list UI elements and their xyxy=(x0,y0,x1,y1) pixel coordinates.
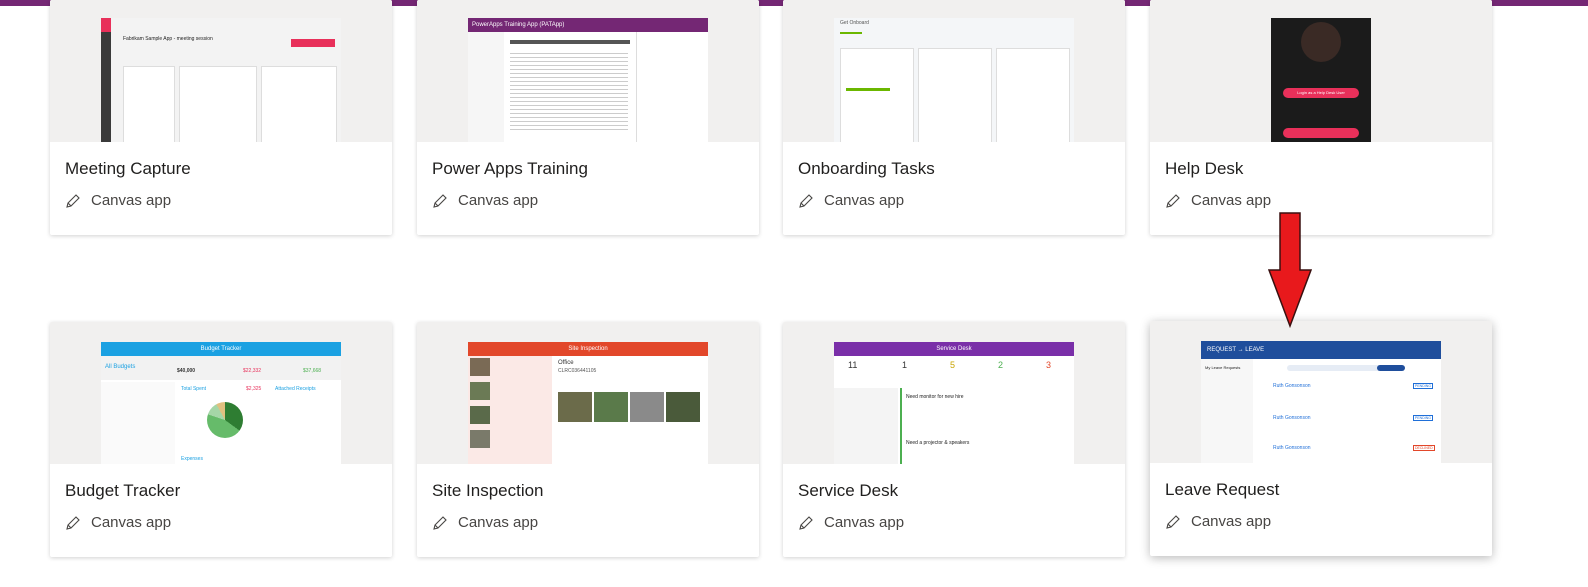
thumb-label: Service Desk xyxy=(834,342,1074,356)
thumb-office: Office xyxy=(558,360,574,366)
thumb-all-budgets: All Budgets xyxy=(105,364,136,370)
app-type: Canvas app xyxy=(1165,192,1271,209)
app-type-label: Canvas app xyxy=(824,514,905,531)
app-thumbnail: Budget Tracker All Budgets $40,000 $22,3… xyxy=(50,322,392,464)
app-type: Canvas app xyxy=(432,514,538,531)
app-thumbnail: Fabrikam Sample App - meeting session xyxy=(50,0,392,142)
app-type: Canvas app xyxy=(798,192,904,209)
thumb-count-progress: 5 xyxy=(950,360,956,370)
pencil-icon xyxy=(66,193,80,208)
thumb-label: Fabrikam Sample App - meeting session xyxy=(123,36,213,42)
app-thumbnail: Site Inspection Office CLRC036441105 xyxy=(417,322,759,464)
app-thumbnail: REQUEST → LEAVE My Leave Requests Ruth G… xyxy=(1150,321,1492,463)
thumb-count-overdue: 3 xyxy=(1046,360,1052,370)
thumb-total-value: $2,325 xyxy=(246,386,262,392)
thumb-label: REQUEST → LEAVE xyxy=(1201,341,1441,359)
app-thumbnail: Get Onboard xyxy=(783,0,1125,142)
pencil-icon xyxy=(799,515,813,530)
app-card-meeting-capture[interactable]: Fabrikam Sample App - meeting session Me… xyxy=(50,0,392,235)
app-title: Onboarding Tasks xyxy=(798,159,935,178)
app-type: Canvas app xyxy=(65,514,171,531)
app-type: Canvas app xyxy=(432,192,538,209)
app-type-label: Canvas app xyxy=(458,514,539,531)
app-card-leave-request[interactable]: REQUEST → LEAVE My Leave Requests Ruth G… xyxy=(1150,321,1492,556)
app-card-service-desk[interactable]: Service Desk 11 1 5 2 3 Need monitor for… xyxy=(783,322,1125,557)
app-title: Site Inspection xyxy=(432,481,544,500)
app-type-label: Canvas app xyxy=(91,514,172,531)
app-title: Service Desk xyxy=(798,481,899,500)
thumb-spent-value: $22,332 xyxy=(243,368,262,374)
app-type: Canvas app xyxy=(798,514,904,531)
pencil-icon xyxy=(799,193,813,208)
app-card-power-apps-training[interactable]: PowerApps Training App (PATApp) Power Ap… xyxy=(417,0,759,235)
pencil-icon xyxy=(1166,514,1180,529)
thumb-count-all: 11 xyxy=(848,360,858,370)
thumb-ticket-2: Need a projector & speakers xyxy=(906,440,970,446)
pencil-icon xyxy=(433,193,447,208)
thumb-name-3: Ruth Gonsonson xyxy=(1273,445,1311,451)
app-thumbnail: Service Desk 11 1 5 2 3 Need monitor for… xyxy=(783,322,1125,464)
app-card-onboarding-tasks[interactable]: Get Onboard Onboarding Tasks Canvas app xyxy=(783,0,1125,235)
thumb-label: Login as a Help Desk User xyxy=(1283,88,1359,98)
thumb-remaining-value: $37,668 xyxy=(303,368,322,374)
app-type: Canvas app xyxy=(1165,513,1271,530)
pencil-icon xyxy=(1166,193,1180,208)
app-type-label: Canvas app xyxy=(1191,513,1272,530)
thumb-count-closed: 2 xyxy=(998,360,1004,370)
app-type-label: Canvas app xyxy=(458,192,539,209)
thumb-code: CLRC036441105 xyxy=(558,368,597,374)
thumb-expenses: Expenses xyxy=(181,456,203,462)
thumb-label: Budget Tracker xyxy=(101,342,341,356)
pencil-icon xyxy=(433,515,447,530)
red-arrow-icon xyxy=(1268,212,1312,328)
app-type-label: Canvas app xyxy=(91,192,172,209)
thumb-ticket-1: Need monitor for new hire xyxy=(906,394,964,400)
thumb-label: PowerApps Training App (PATApp) xyxy=(468,18,708,32)
app-card-budget-tracker[interactable]: Budget Tracker All Budgets $40,000 $22,3… xyxy=(50,322,392,557)
thumb-status-1: PENDING xyxy=(1413,383,1433,389)
app-card-site-inspection[interactable]: Site Inspection Office CLRC036441105 Sit… xyxy=(417,322,759,557)
pencil-icon xyxy=(66,515,80,530)
thumb-budget-value: $40,000 xyxy=(177,368,196,374)
app-type-label: Canvas app xyxy=(824,192,905,209)
thumb-label: Site Inspection xyxy=(468,342,708,356)
app-title: Power Apps Training xyxy=(432,159,588,178)
thumb-status-3: DECLINED xyxy=(1413,445,1435,451)
app-title: Leave Request xyxy=(1165,480,1280,499)
thumb-total-spent: Total Spent xyxy=(181,386,207,392)
thumb-count-new: 1 xyxy=(902,360,908,370)
app-card-help-desk[interactable]: Login as a Help Desk User Help Desk Canv… xyxy=(1150,0,1492,235)
thumb-name-2: Ruth Gonsonson xyxy=(1273,415,1311,421)
app-thumbnail: Login as a Help Desk User xyxy=(1150,0,1492,142)
app-title: Budget Tracker xyxy=(65,481,181,500)
thumb-receipts: Attached Receipts xyxy=(275,386,316,392)
app-type: Canvas app xyxy=(65,192,171,209)
app-title: Meeting Capture xyxy=(65,159,191,178)
thumb-name-1: Ruth Gonsonson xyxy=(1273,383,1311,389)
app-thumbnail: PowerApps Training App (PATApp) xyxy=(417,0,759,142)
thumb-tab: My Leave Requests xyxy=(1205,365,1241,370)
thumb-label: Get Onboard xyxy=(840,20,869,26)
app-title: Help Desk xyxy=(1165,159,1244,178)
app-type-label: Canvas app xyxy=(1191,192,1272,209)
thumb-status-2: PENDING xyxy=(1413,415,1433,421)
